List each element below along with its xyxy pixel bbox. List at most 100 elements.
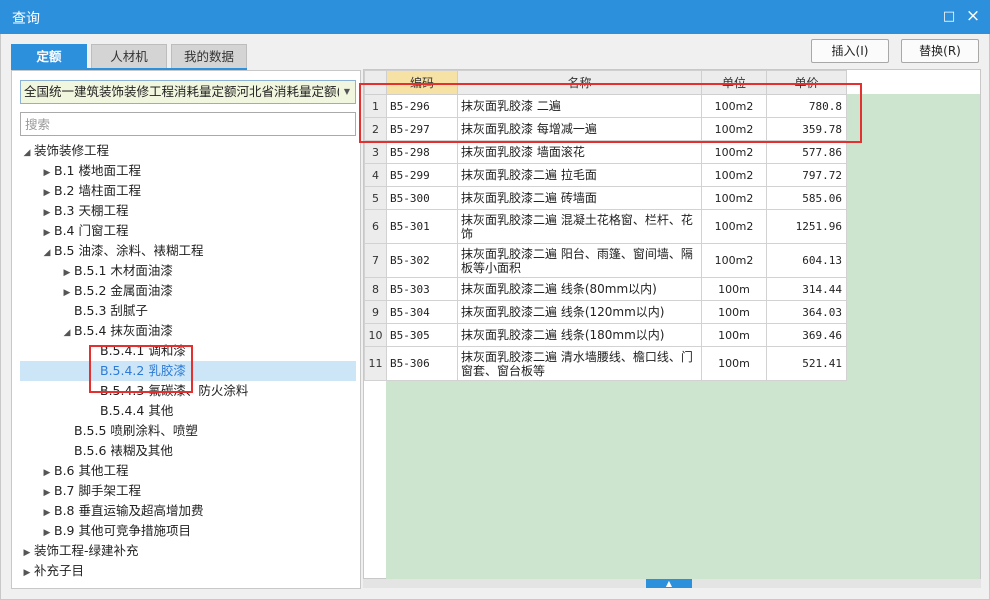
expand-icon[interactable]: ▶: [40, 203, 54, 223]
row-number[interactable]: 11: [364, 346, 387, 381]
name-cell[interactable]: 抹灰面乳胶漆二遍 砖墙面: [457, 186, 702, 210]
unit-cell[interactable]: 100m: [701, 346, 767, 381]
table-row[interactable]: 11 B5-306 抹灰面乳胶漆二遍 清水墙腰线、檐口线、门窗套、窗台板等 100m 5…: [364, 346, 847, 381]
unit-cell[interactable]: 100m2: [701, 209, 767, 244]
row-number[interactable]: 3: [364, 140, 387, 164]
table-row[interactable]: 6 B5-301 抹灰面乳胶漆二遍 混凝土花格窗、栏杆、花饰 100m2 1251.96: [364, 209, 847, 244]
unit-cell[interactable]: 100m: [701, 323, 767, 347]
unit-cell[interactable]: 100m2: [701, 94, 767, 118]
tree-node[interactable]: ▶ B.9 其他可竞争措施项目: [40, 521, 191, 541]
quota-library-select[interactable]: 全国统一建筑装饰装修工程消耗量定额河北省消耗量定额(20 ▼: [20, 80, 356, 104]
table-row[interactable]: 2 B5-297 抹灰面乳胶漆 每增减一遍 100m2 359.78: [364, 117, 847, 141]
price-cell[interactable]: 314.44: [766, 277, 847, 301]
code-cell[interactable]: B5-300: [386, 186, 458, 210]
expand-icon[interactable]: ▶: [60, 263, 74, 283]
price-cell[interactable]: 577.86: [766, 140, 847, 164]
tree-node[interactable]: ▶ B.5.1 木材面油漆: [60, 261, 173, 281]
tree-node[interactable]: ▶ 补充子目: [20, 561, 84, 581]
tab-quota[interactable]: 定额: [11, 44, 87, 68]
code-cell[interactable]: B5-297: [386, 117, 458, 141]
table-row[interactable]: 1 B5-296 抹灰面乳胶漆 二遍 100m2 780.8: [364, 94, 847, 118]
name-cell[interactable]: 抹灰面乳胶漆 每增减一遍: [457, 117, 702, 141]
code-cell[interactable]: B5-298: [386, 140, 458, 164]
name-cell[interactable]: 抹灰面乳胶漆二遍 线条(80mm以内): [457, 277, 702, 301]
table-row[interactable]: 5 B5-300 抹灰面乳胶漆二遍 砖墙面 100m2 585.06: [364, 186, 847, 210]
collapse-icon[interactable]: ◢: [60, 323, 74, 343]
collapse-icon[interactable]: ◢: [40, 243, 54, 263]
price-cell[interactable]: 585.06: [766, 186, 847, 210]
price-column-header[interactable]: 单价: [766, 70, 847, 95]
code-cell[interactable]: B5-303: [386, 277, 458, 301]
expand-icon[interactable]: ▶: [40, 463, 54, 483]
table-row[interactable]: 4 B5-299 抹灰面乳胶漆二遍 拉毛面 100m2 797.72: [364, 163, 847, 187]
row-number[interactable]: 4: [364, 163, 387, 187]
unit-cell[interactable]: 100m2: [701, 140, 767, 164]
name-cell[interactable]: 抹灰面乳胶漆二遍 阳台、雨篷、窗间墙、隔板等小面积: [457, 243, 702, 278]
expand-icon[interactable]: ▶: [40, 503, 54, 523]
expand-icon[interactable]: ▶: [40, 223, 54, 243]
expand-icon[interactable]: ▶: [20, 563, 34, 583]
expand-icon[interactable]: ▶: [40, 523, 54, 543]
name-cell[interactable]: 抹灰面乳胶漆二遍 拉毛面: [457, 163, 702, 187]
code-cell[interactable]: B5-305: [386, 323, 458, 347]
price-cell[interactable]: 604.13: [766, 243, 847, 278]
name-cell[interactable]: 抹灰面乳胶漆二遍 清水墙腰线、檐口线、门窗套、窗台板等: [457, 346, 702, 381]
price-cell[interactable]: 780.8: [766, 94, 847, 118]
tab-my-data[interactable]: 我的数据: [171, 44, 247, 68]
tree-node[interactable]: B.5.3 刮腻子: [60, 301, 148, 321]
row-number[interactable]: 5: [364, 186, 387, 210]
table-row[interactable]: 9 B5-304 抹灰面乳胶漆二遍 线条(120mm以内) 100m 364.03: [364, 300, 847, 324]
unit-cell[interactable]: 100m: [701, 300, 767, 324]
name-cell[interactable]: 抹灰面乳胶漆二遍 线条(120mm以内): [457, 300, 702, 324]
code-cell[interactable]: B5-296: [386, 94, 458, 118]
table-row[interactable]: 3 B5-298 抹灰面乳胶漆 墙面滚花 100m2 577.86: [364, 140, 847, 164]
tree-node[interactable]: B.5.6 裱糊及其他: [60, 441, 173, 461]
price-cell[interactable]: 1251.96: [766, 209, 847, 244]
horizontal-scrollbar[interactable]: ▲: [363, 579, 981, 588]
code-cell[interactable]: B5-302: [386, 243, 458, 278]
price-cell[interactable]: 369.46: [766, 323, 847, 347]
code-cell[interactable]: B5-301: [386, 209, 458, 244]
expand-icon[interactable]: ▶: [40, 183, 54, 203]
unit-cell[interactable]: 100m2: [701, 243, 767, 278]
row-number[interactable]: 1: [364, 94, 387, 118]
tree-node[interactable]: B.5.4.4 其他: [94, 401, 173, 421]
price-cell[interactable]: 797.72: [766, 163, 847, 187]
tree-node[interactable]: ▶ B.7 脚手架工程: [40, 481, 141, 501]
unit-cell[interactable]: 100m2: [701, 163, 767, 187]
tree-node[interactable]: B.5.5 喷刷涂料、喷塑: [60, 421, 198, 441]
price-cell[interactable]: 359.78: [766, 117, 847, 141]
tree-node[interactable]: ▶ B.2 墙柱面工程: [40, 181, 141, 201]
code-column-header[interactable]: 编码: [386, 70, 458, 95]
tree-node[interactable]: ◢ B.5 油漆、涂料、裱糊工程: [40, 241, 204, 263]
expand-icon[interactable]: ▶: [40, 163, 54, 183]
row-number[interactable]: 10: [364, 323, 387, 347]
row-number[interactable]: 6: [364, 209, 387, 244]
expand-icon[interactable]: ▶: [60, 283, 74, 303]
tree-node[interactable]: ▶ B.6 其他工程: [40, 461, 129, 483]
name-cell[interactable]: 抹灰面乳胶漆 墙面滚花: [457, 140, 702, 164]
row-number[interactable]: 7: [364, 243, 387, 278]
restore-icon[interactable]: □: [940, 8, 958, 26]
expand-icon[interactable]: ▶: [20, 543, 34, 563]
expand-icon[interactable]: ▶: [40, 483, 54, 503]
name-cell[interactable]: 抹灰面乳胶漆二遍 线条(180mm以内): [457, 323, 702, 347]
tree-node[interactable]: B.5.4.3 氟碳漆、防火涂料: [94, 381, 248, 401]
code-cell[interactable]: B5-304: [386, 300, 458, 324]
code-cell[interactable]: B5-306: [386, 346, 458, 381]
row-number[interactable]: 2: [364, 117, 387, 141]
dropdown-arrow-icon[interactable]: ▼: [339, 81, 355, 103]
replace-button[interactable]: 替换(R): [901, 39, 979, 63]
price-cell[interactable]: 521.41: [766, 346, 847, 381]
row-number[interactable]: 9: [364, 300, 387, 324]
tree-node[interactable]: ◢ B.5.4 抹灰面油漆: [60, 321, 173, 341]
collapse-icon[interactable]: ◢: [20, 143, 34, 163]
tree-node[interactable]: ▶ B.4 门窗工程: [40, 221, 129, 243]
tree-node[interactable]: ▶ B.5.2 金属面油漆: [60, 281, 173, 301]
unit-cell[interactable]: 100m: [701, 277, 767, 301]
insert-button[interactable]: 插入(I): [811, 39, 889, 63]
code-cell[interactable]: B5-299: [386, 163, 458, 187]
table-row[interactable]: 8 B5-303 抹灰面乳胶漆二遍 线条(80mm以内) 100m 314.44: [364, 277, 847, 301]
tab-labor-material-machine[interactable]: 人材机: [91, 44, 167, 68]
tree-node[interactable]: B.5.4.2 乳胶漆: [20, 361, 356, 381]
